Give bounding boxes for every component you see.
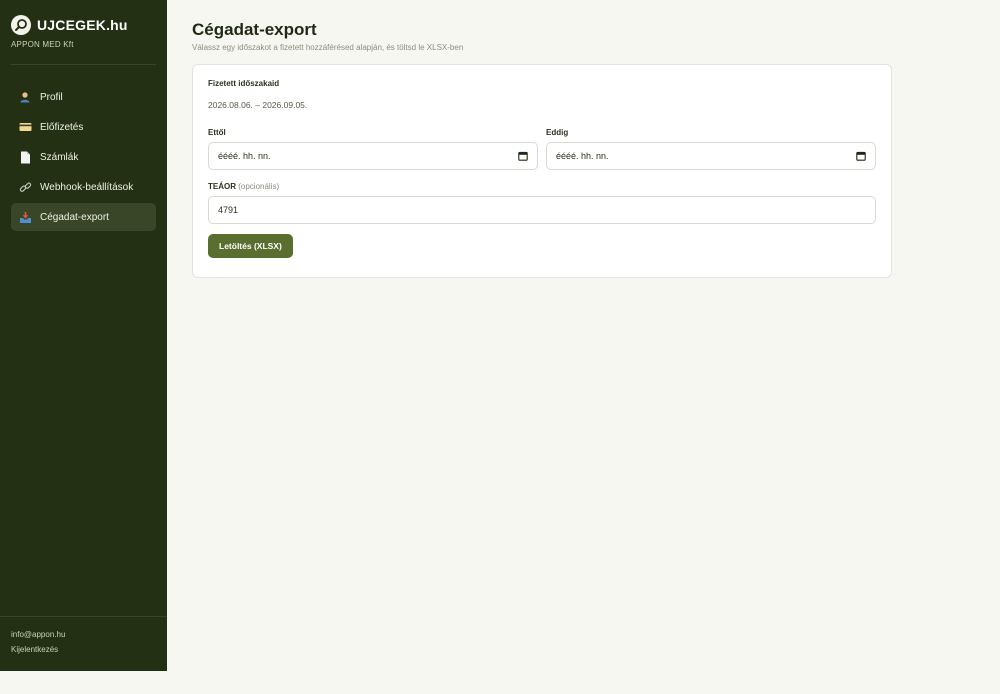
brand: UJCEGEK.hu APPON MED Kft <box>0 0 167 61</box>
teaor-optional-text: (opcionális) <box>238 182 280 191</box>
sidebar-item-label: Cégadat-export <box>40 211 109 223</box>
sidebar-item-webhook[interactable]: Webhook-beállítások <box>11 173 156 201</box>
teaor-group: TEÁOR (opcionális) 4791 <box>208 182 876 224</box>
sidebar-nav: Profil Előfizetés Számlák Webhook-beállí… <box>0 65 167 231</box>
credit-card-icon <box>18 120 32 134</box>
user-email: info@appon.hu <box>11 630 66 639</box>
from-label: Ettől <box>208 128 226 137</box>
paid-periods-label: Fizetett időszakaid <box>208 79 280 88</box>
link-icon <box>18 180 32 194</box>
sidebar-item-cegadat-export[interactable]: Cégadat-export <box>11 203 156 231</box>
teaor-label-text: TEÁOR <box>208 182 236 191</box>
teaor-input[interactable]: 4791 <box>208 196 876 224</box>
sidebar-item-label: Profil <box>40 91 63 103</box>
teaor-label: TEÁOR (opcionális) <box>208 182 876 191</box>
user-icon <box>18 90 32 104</box>
page-title: Cégadat-export <box>192 20 317 39</box>
to-column: Eddig éééé. hh. nn. <box>546 128 876 170</box>
date-range-row: Ettől éééé. hh. nn. Eddig éééé. hh. nn. <box>208 128 876 170</box>
export-card: Fizetett időszakaid 2026.08.06. – 2026.0… <box>192 64 892 278</box>
sidebar-footer: info@appon.hu Kijelentkezés <box>0 616 167 671</box>
sidebar-item-label: Webhook-beállítások <box>40 181 134 193</box>
company-name: APPON MED Kft <box>11 40 74 49</box>
sidebar-item-label: Számlák <box>40 151 79 163</box>
to-date-input[interactable]: éééé. hh. nn. <box>546 142 876 170</box>
to-label: Eddig <box>546 128 569 137</box>
logo-search-icon <box>11 15 31 35</box>
calendar-icon[interactable] <box>856 151 866 161</box>
main-content: Cégadat-export Válassz egy időszakot a f… <box>192 20 892 278</box>
brand-row[interactable]: UJCEGEK.hu <box>11 15 156 35</box>
logout-link[interactable]: Kijelentkezés <box>11 642 156 657</box>
sidebar-item-szamlak[interactable]: Számlák <box>11 143 156 171</box>
sidebar-item-label: Előfizetés <box>40 121 84 133</box>
sidebar-item-elofizetes[interactable]: Előfizetés <box>11 113 156 141</box>
sidebar: UJCEGEK.hu APPON MED Kft Profil Előfizet… <box>0 0 167 671</box>
from-column: Ettől éééé. hh. nn. <box>208 128 538 170</box>
from-date-input[interactable]: éééé. hh. nn. <box>208 142 538 170</box>
paid-period-value: 2026.08.06. – 2026.09.05. <box>208 100 308 110</box>
sidebar-item-profil[interactable]: Profil <box>11 83 156 111</box>
brand-name: UJCEGEK.hu <box>37 17 128 33</box>
to-date-value: éééé. hh. nn. <box>556 151 609 161</box>
page-subtitle: Válassz egy időszakot a fizetett hozzáfé… <box>192 43 464 52</box>
inbox-tray-icon <box>18 210 32 224</box>
calendar-icon[interactable] <box>518 151 528 161</box>
teaor-value: 4791 <box>218 205 239 215</box>
from-date-value: éééé. hh. nn. <box>218 151 271 161</box>
download-xlsx-button[interactable]: Letöltés (XLSX) <box>208 234 293 258</box>
document-icon <box>18 150 32 164</box>
